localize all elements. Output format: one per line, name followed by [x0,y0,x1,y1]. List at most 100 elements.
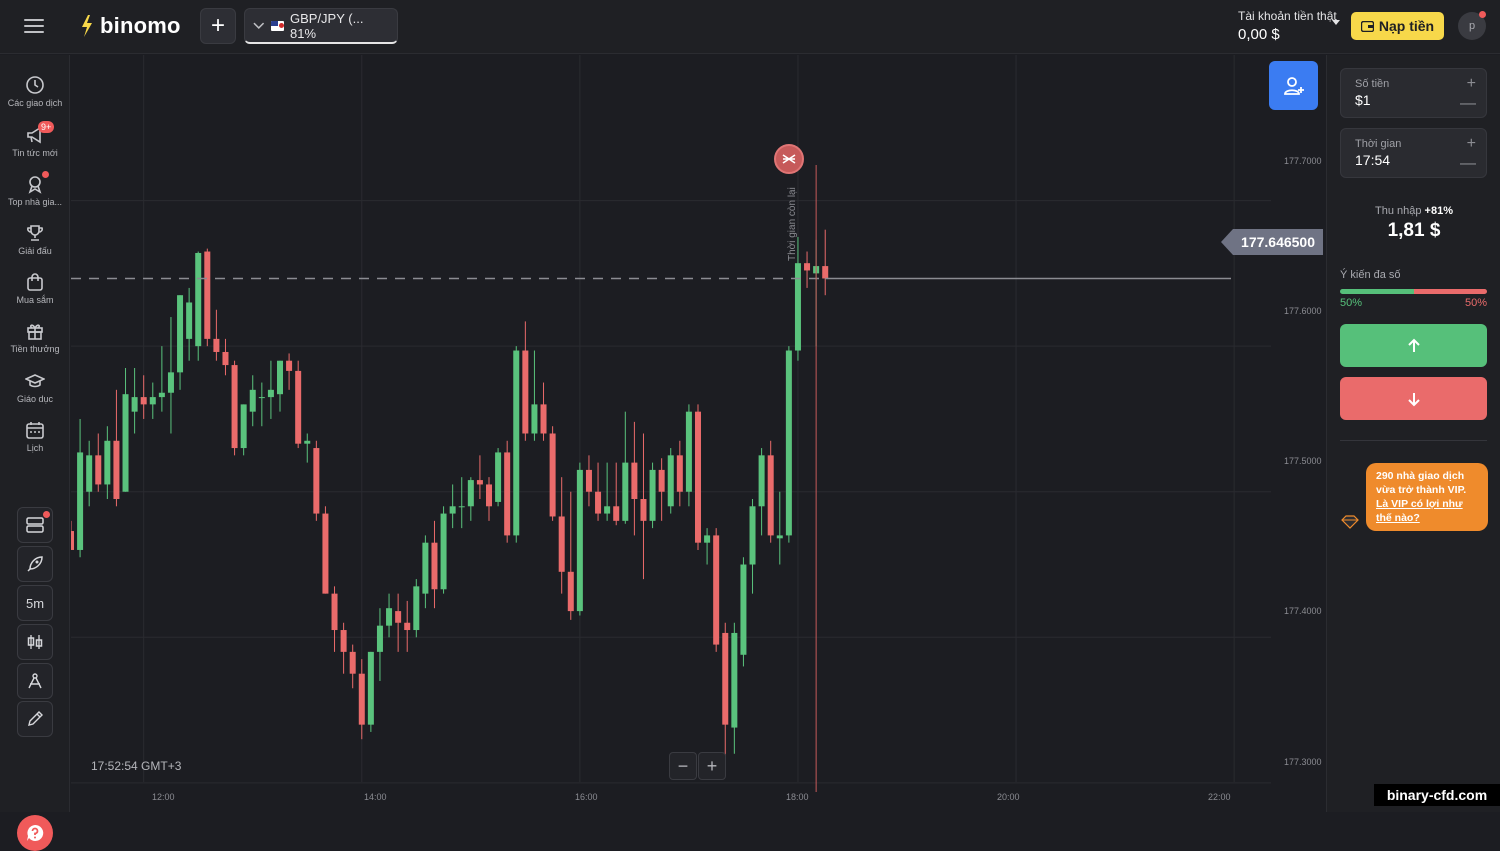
medal-icon [28,176,42,194]
rocket-tool-button[interactable] [17,546,53,582]
account-switcher[interactable]: Tài khoản tiền thật 0,00 $ [1238,9,1337,43]
candle-body [731,632,738,728]
sidebar-item-label: Mua sắm [16,295,54,305]
y-tick-label: 177.7000 [1284,156,1322,166]
top-traders-dot [42,171,49,178]
invite-friend-button[interactable] [1269,61,1318,110]
candlestick-chart[interactable] [71,55,1325,812]
promo-text: 290 nhà giao dịch vừa trở thành VIP. [1376,470,1467,496]
candle-body [440,513,447,590]
zoom-in-button[interactable]: + [698,752,726,780]
candle-body [413,586,420,631]
candle-body [386,608,393,626]
sentiment-bar [1340,289,1487,294]
candle-body [177,295,184,373]
sidebar-item-shop[interactable]: Mua sắm [0,272,70,305]
candle-body [140,397,147,405]
candle-body [467,480,474,507]
candle-body [313,448,320,514]
timeframe-label: 5m [25,595,45,611]
x-tick-label: 20:00 [997,792,1020,802]
candle-body [431,542,438,590]
add-asset-button[interactable]: + [200,8,236,44]
candle-body [331,593,338,631]
candle-body [249,389,256,412]
vip-promo-bubble[interactable]: 290 nhà giao dịch vừa trở thành VIP. Là … [1366,463,1488,531]
deposit-button[interactable]: Nạp tiền [1351,12,1444,40]
candle-body [458,506,465,508]
candle-body [622,462,629,521]
drawing-tool-button[interactable] [17,701,53,737]
candle-body [640,499,647,521]
time-remaining-label: Thời gian còn lại [787,187,798,261]
time-field[interactable]: Thời gian 17:54 + — [1340,128,1487,178]
timeframe-button[interactable]: 5m [17,585,53,621]
trophy-icon [27,225,43,241]
sidebar-item-tournaments[interactable]: Giải đấu [0,223,70,256]
arrows-crossed-icon [782,154,796,164]
amount-label: Số tiền [1355,78,1390,90]
candle-body [531,404,538,434]
amount-decrease-button[interactable]: — [1460,96,1476,112]
candle-body [695,411,701,543]
indicators-button[interactable] [17,663,53,699]
amount-value[interactable]: $1 [1355,92,1472,108]
gift-icon [27,324,43,340]
time-increase-button[interactable]: + [1467,136,1476,152]
sidebar-item-education[interactable]: Giáo dục [0,371,70,404]
amount-increase-button[interactable]: + [1467,76,1476,92]
logo[interactable]: binomo [80,12,181,40]
logo-text: binomo [100,13,181,38]
candle-body [322,513,329,594]
add-user-icon [1283,76,1304,95]
candle-body [740,564,747,655]
server-clock: 17:52:54 GMT+3 [91,759,182,773]
candle-body [486,484,492,507]
wallet-icon [1360,20,1374,32]
time-value[interactable]: 17:54 [1355,152,1472,168]
sentiment-label: Ý kiến đa số [1340,269,1401,281]
chevron-down-icon [253,22,265,29]
rocket-icon [27,556,43,572]
candle-body [186,302,193,339]
sidebar-item-label: Tiền thưởng [10,344,60,354]
close-trade-marker[interactable] [774,144,804,174]
help-button[interactable] [17,815,53,851]
account-caret-icon[interactable] [1332,20,1340,25]
sidebar-item-calendar[interactable]: Lịch [0,420,70,453]
candle-body [195,252,202,347]
time-decrease-button[interactable]: — [1460,156,1476,172]
up-button[interactable] [1340,324,1487,367]
x-tick-label: 14:00 [364,792,387,802]
payout-percent: +81% [1424,205,1453,217]
candle-body [113,440,120,500]
zoom-out-button[interactable]: − [669,752,697,780]
candle-body [558,516,565,572]
candle-body [167,372,174,393]
deposit-label: Nạp tiền [1378,18,1435,34]
sidebar-item-top-traders[interactable]: Top nhà gia... [0,171,70,207]
price-chart[interactable]: Thời gian còn lại 177.646500 177.7000 17… [71,55,1325,812]
candle-body [304,440,311,444]
y-tick-label: 177.4000 [1284,606,1322,616]
menu-icon[interactable] [24,16,44,36]
candle-body [77,452,84,550]
down-button[interactable] [1340,377,1487,420]
amount-field[interactable]: Số tiền $1 + — [1340,68,1487,118]
logo-mark-icon [82,15,92,37]
pencil-icon [28,711,43,726]
candle-body [449,506,456,514]
sidebar-item-trades[interactable]: Các giao dịch [0,75,70,108]
candle-body [749,506,756,565]
chart-type-button[interactable] [17,624,53,660]
candle-body [495,452,502,502]
top-bar: binomo + GBP/JPY (... 81% Tài khoản tiền… [0,0,1500,54]
promo-link[interactable]: Là VIP có lợi như thế nào? [1376,497,1478,525]
asset-tab-gbpjpy[interactable]: GBP/JPY (... 81% [244,8,398,44]
sidebar-item-label: Các giao dịch [7,98,63,108]
candles-icon [27,635,43,649]
sidebar-item-news[interactable]: 9+ Tin tức mới [0,121,70,158]
sidebar-item-bonuses[interactable]: Tiền thưởng [0,321,70,354]
avatar-initial: p [1468,20,1476,32]
panel-divider [1340,440,1487,441]
